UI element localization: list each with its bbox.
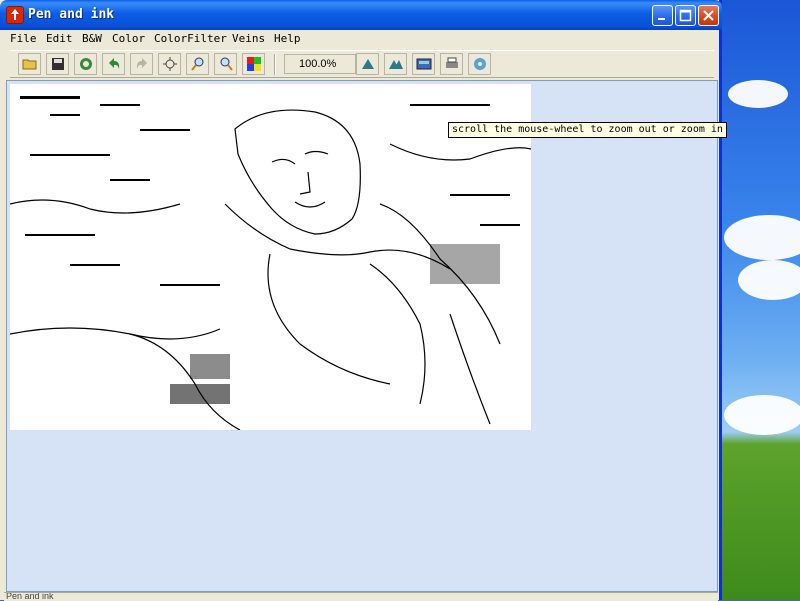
save-button[interactable]: [46, 53, 69, 75]
cloud: [728, 80, 788, 108]
menu-color[interactable]: Color: [112, 32, 145, 45]
zoom-in-button[interactable]: [214, 53, 237, 75]
undo-icon: [109, 58, 120, 69]
toolbar: 100.0%: [10, 50, 714, 78]
sharpen-more-icon: [389, 60, 403, 69]
maximize-icon: [679, 9, 692, 22]
sharpen-more-button[interactable]: [384, 53, 407, 75]
menu-bw[interactable]: B&W: [82, 32, 102, 45]
redo-icon: [136, 58, 147, 69]
menu-help[interactable]: Help: [274, 32, 301, 45]
zoom-tooltip: scroll the mouse-wheel to zoom out or zo…: [448, 122, 727, 138]
settings-button[interactable]: [468, 53, 491, 75]
image-viewport[interactable]: [6, 80, 718, 592]
save-icon: [52, 58, 64, 70]
settings-icon: [474, 58, 486, 70]
maximize-button[interactable]: [675, 5, 696, 26]
open-button[interactable]: [18, 53, 41, 75]
cloud: [724, 395, 800, 435]
redo-button[interactable]: [130, 53, 153, 75]
menu-veins[interactable]: Veins: [232, 32, 265, 45]
close-icon: [703, 10, 714, 21]
app-pen-icon[interactable]: [6, 6, 24, 24]
zoom-out-icon: [191, 57, 204, 71]
title-bar[interactable]: Pen and ink: [0, 0, 722, 30]
window-title: Pen and ink: [28, 7, 115, 22]
minimize-button[interactable]: [652, 5, 673, 26]
fit-window-icon: [163, 57, 177, 71]
zoom-in-icon: [220, 57, 233, 71]
minimize-icon: [658, 18, 665, 20]
cloud: [724, 215, 800, 260]
zoom-out-button[interactable]: [186, 53, 209, 75]
toolbar-separator: [274, 54, 276, 75]
zoom-level[interactable]: 100.0%: [284, 54, 356, 74]
preview-icon: [416, 58, 432, 70]
open-folder-icon: [22, 59, 37, 70]
sharpen-icon: [362, 59, 374, 69]
refresh-icon: [80, 58, 92, 70]
app-window: Pen and ink File Edit B&W Color ColorFil…: [0, 0, 722, 601]
menu-bar: File Edit B&W Color ColorFilter Veins He…: [4, 30, 718, 49]
cloud: [738, 260, 800, 300]
print-icon: [446, 57, 458, 68]
fit-button[interactable]: [158, 53, 181, 75]
refresh-button[interactable]: [74, 53, 97, 75]
menu-edit[interactable]: Edit: [46, 32, 73, 45]
color-palette-icon: [247, 57, 261, 71]
undo-button[interactable]: [102, 53, 125, 75]
print-button[interactable]: [440, 53, 463, 75]
preview-button[interactable]: [412, 53, 435, 75]
menu-colorfilter[interactable]: ColorFilter: [154, 32, 227, 45]
color-button[interactable]: [242, 53, 265, 75]
sharpen-button[interactable]: [356, 53, 379, 75]
close-button[interactable]: [698, 5, 719, 26]
menu-file[interactable]: File: [10, 32, 37, 45]
